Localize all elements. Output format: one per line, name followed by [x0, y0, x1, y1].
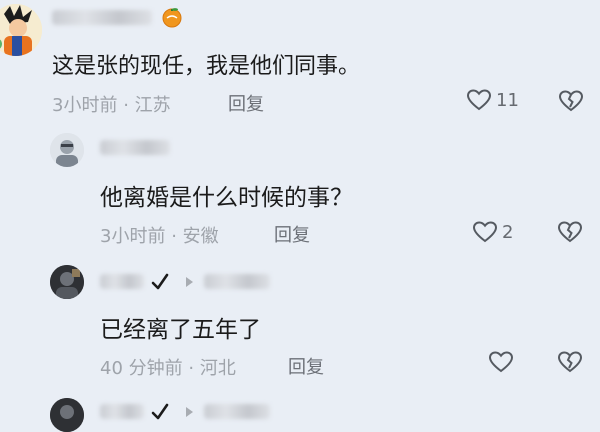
reply-to-username-blurred[interactable] [204, 404, 270, 419]
broken-heart-icon [557, 351, 583, 373]
comment-item: 这是张的现任，我是他们同事。 3小时前 · 江苏 回复 11 [0, 0, 600, 120]
orange-fruit-icon [160, 5, 184, 33]
avatar[interactable] [50, 398, 84, 432]
heart-icon [472, 221, 498, 243]
like-button[interactable] [488, 350, 514, 374]
comment-text: 已经离了五年了 [100, 317, 261, 343]
like-count: 2 [502, 221, 514, 243]
comment-text: 这是张的现任，我是他们同事。 [52, 54, 361, 79]
like-button[interactable]: 11 [466, 88, 519, 112]
reply-to-username-blurred[interactable] [204, 274, 270, 289]
dislike-button[interactable] [557, 350, 583, 378]
separator: · [188, 358, 195, 379]
username-blurred[interactable] [52, 10, 152, 25]
broken-heart-icon [557, 221, 583, 243]
reply-item: 他离婚是什么时候的事？ 3小时前 · 安徽 回复 2 [0, 120, 600, 250]
comment-meta: 40 分钟前 · 河北 [100, 354, 236, 380]
check-icon [151, 403, 169, 420]
reply-item [0, 390, 600, 432]
comment-location: 安徽 [182, 226, 219, 247]
comment-text: 他离婚是什么时候的事？ [100, 185, 353, 211]
broken-heart-icon [558, 90, 584, 112]
dislike-button[interactable] [558, 89, 584, 117]
username-blurred[interactable] [100, 404, 144, 419]
avatar[interactable] [50, 265, 84, 299]
separator: · [123, 95, 129, 116]
reply-to-arrow-icon [186, 277, 193, 287]
check-icon [151, 273, 169, 290]
separator: · [171, 226, 177, 247]
comment-location: 河北 [199, 358, 236, 379]
avatar[interactable] [0, 4, 42, 56]
like-count: 11 [496, 89, 519, 111]
reply-button[interactable]: 回复 [288, 353, 324, 379]
reply-button[interactable]: 回复 [274, 221, 310, 247]
comment-time: 3小时前 [52, 95, 118, 116]
heart-icon [466, 89, 492, 111]
comment-meta: 3小时前 · 江苏 [52, 91, 171, 117]
comment-meta: 3小时前 · 安徽 [100, 222, 219, 248]
avatar[interactable] [50, 133, 84, 167]
heart-icon [488, 351, 514, 373]
comment-time: 3小时前 [100, 226, 166, 247]
dislike-button[interactable] [557, 220, 583, 248]
reply-item: 已经离了五年了 40 分钟前 · 河北 回复 [0, 250, 600, 390]
comment-location: 江苏 [134, 95, 171, 116]
comment-time: 40 分钟前 [100, 358, 183, 379]
username-blurred[interactable] [100, 140, 170, 155]
reply-to-arrow-icon [186, 407, 193, 417]
reply-button[interactable]: 回复 [228, 90, 264, 116]
username-blurred[interactable] [100, 274, 144, 289]
like-button[interactable]: 2 [472, 220, 513, 244]
